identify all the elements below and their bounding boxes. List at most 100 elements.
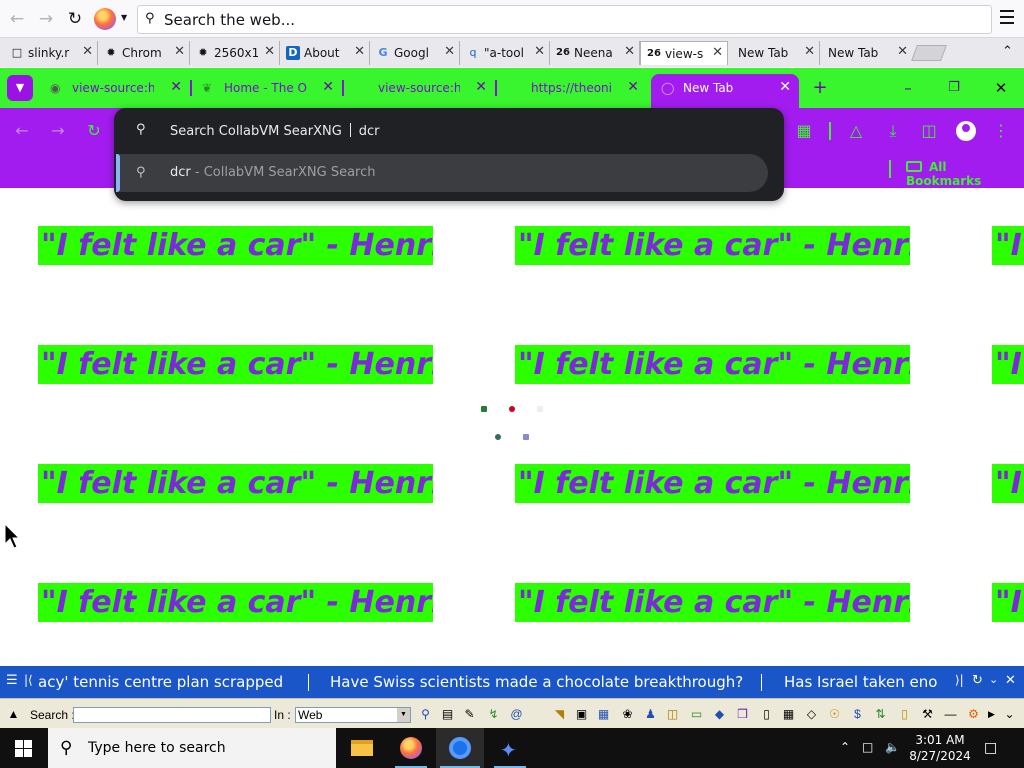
- chevron-down-icon[interactable]: ▼: [121, 13, 127, 22]
- close-icon[interactable]: ✕: [712, 45, 723, 60]
- photos-icon[interactable]: ▣: [574, 707, 589, 722]
- gear-icon[interactable]: ⚙: [966, 707, 981, 722]
- arrows-icon[interactable]: ⇅: [873, 707, 888, 722]
- ticker-headline[interactable]: acy' tennis centre plan scrapped: [38, 673, 283, 691]
- forward-arrow-icon[interactable]: →: [35, 8, 57, 30]
- shopping-icon[interactable]: ◫: [665, 707, 680, 722]
- chrome-tab[interactable]: ❦ Home - The O ✕: [192, 74, 344, 102]
- ticker-headline[interactable]: Has Israel taken eno: [784, 673, 954, 691]
- bird-app-icon[interactable]: ✦: [486, 728, 534, 768]
- close-icon[interactable]: ✕: [322, 79, 334, 95]
- firefox-search-bar[interactable]: ⚲ Search the web...: [137, 5, 992, 34]
- firefox-tab[interactable]: D About ✕: [280, 41, 370, 65]
- diamond-icon[interactable]: ◆: [712, 707, 727, 722]
- ticker-headline[interactable]: Have Swiss scientists made a chocolate b…: [330, 673, 743, 691]
- tools-icon[interactable]: ⚒: [920, 707, 935, 722]
- butterfly-icon[interactable]: ❀: [620, 707, 635, 722]
- firefox-logo-icon[interactable]: [94, 8, 116, 30]
- skip-forward-icon[interactable]: ⟩|: [955, 673, 964, 687]
- refresh-icon[interactable]: ↻: [972, 673, 983, 688]
- chrome-tab[interactable]: ◉ view-source:ht ✕: [40, 74, 192, 102]
- chrome-tab-active[interactable]: ◯ New Tab ✕: [651, 74, 799, 108]
- shortcut-tile-icon[interactable]: [537, 406, 543, 412]
- forward-arrow-icon[interactable]: →: [48, 121, 68, 141]
- highlight-icon[interactable]: ✎: [462, 707, 477, 722]
- firefox-tab-active[interactable]: 26 view-s ✕: [640, 41, 728, 65]
- chevron-up-icon[interactable]: ⌃: [1002, 44, 1013, 59]
- omnibox-suggestion[interactable]: ⚲ dcr - CollabVM SearXNG Search: [116, 154, 768, 192]
- close-icon[interactable]: ✕: [354, 44, 365, 59]
- firefox-tab[interactable]: New Tab ✕: [728, 41, 820, 65]
- omnibox-input-row[interactable]: ⚲ Search CollabVM SearXNG dcr: [114, 108, 784, 152]
- hamburger-menu-icon[interactable]: [1000, 10, 1014, 26]
- network-icon[interactable]: □: [862, 740, 873, 754]
- chrome-tab[interactable]: https://theoni ✕: [497, 74, 647, 102]
- extensions-puzzle-icon[interactable]: ▦: [794, 121, 814, 141]
- reload-icon[interactable]: ↻: [84, 121, 104, 141]
- new-tab-plus-icon[interactable]: +: [809, 77, 831, 99]
- close-window-icon[interactable]: ✕: [990, 77, 1012, 99]
- shortcut-tile-icon[interactable]: [481, 406, 487, 412]
- chevron-down-icon[interactable]: ⌄: [989, 673, 998, 686]
- dollar-icon[interactable]: $: [850, 707, 865, 722]
- search-input[interactable]: [73, 707, 271, 723]
- close-icon[interactable]: ✕: [1005, 673, 1016, 688]
- back-arrow-icon[interactable]: ←: [12, 121, 32, 141]
- minimize-icon[interactable]: –: [897, 77, 919, 99]
- firefox-tab[interactable]: ✹ 2560x1 ✕: [190, 41, 280, 65]
- calculator-icon[interactable]: ▦: [781, 707, 796, 722]
- shortcut-tile-icon[interactable]: [495, 434, 501, 440]
- chevron-down-icon[interactable]: ▼: [397, 708, 410, 722]
- chrome-tab[interactable]: view-source:ht ✕: [345, 74, 497, 102]
- notifications-icon[interactable]: □: [984, 740, 997, 756]
- close-icon[interactable]: ✕: [779, 79, 791, 95]
- shortcut-tile-icon[interactable]: [509, 406, 515, 412]
- close-icon[interactable]: ✕: [475, 79, 487, 95]
- profile-avatar-icon[interactable]: [956, 121, 976, 141]
- tab-search-dropdown-icon[interactable]: ▼: [7, 75, 33, 101]
- omnibox-query[interactable]: Search CollabVM SearXNG dcr: [170, 123, 380, 139]
- download-icon[interactable]: ⤓: [883, 121, 903, 141]
- firefox-tab[interactable]: ✹ Chrom ✕: [98, 41, 190, 65]
- search-scope-select[interactable]: Web ▼: [295, 707, 411, 723]
- firefox-taskbar-icon[interactable]: [387, 728, 435, 768]
- taskbar-search-box[interactable]: ⚲ Type here to search: [48, 728, 336, 768]
- chevron-up-icon[interactable]: ⌃: [840, 740, 850, 754]
- skip-back-icon[interactable]: |⟨: [24, 673, 33, 687]
- new-tab-button[interactable]: [911, 45, 947, 61]
- chevron-right-icon[interactable]: ▶: [984, 707, 999, 722]
- reload-icon[interactable]: ↻: [64, 8, 86, 30]
- file-explorer-icon[interactable]: [338, 728, 386, 768]
- chevron-down-icon[interactable]: ⌄: [1002, 707, 1017, 722]
- lightning-icon[interactable]: ↯: [486, 707, 501, 722]
- clock[interactable]: 3:01 AM 8/27/2024: [900, 732, 980, 764]
- all-bookmarks-button[interactable]: All Bookmarks: [906, 160, 1024, 188]
- clipboard-icon[interactable]: ▯: [759, 707, 774, 722]
- news-icon[interactable]: ▦: [596, 707, 611, 722]
- close-icon[interactable]: ✕: [897, 44, 908, 59]
- close-icon[interactable]: ✕: [627, 79, 639, 95]
- volume-muted-icon[interactable]: 🔈: [885, 740, 900, 754]
- close-icon[interactable]: ✕: [804, 44, 815, 59]
- windows-start-icon[interactable]: [15, 740, 32, 757]
- close-icon[interactable]: ✕: [444, 44, 455, 59]
- firefox-tab[interactable]: 26 Neena ✕: [550, 41, 640, 65]
- close-icon[interactable]: ✕: [174, 44, 185, 59]
- close-icon[interactable]: ✕: [534, 44, 545, 59]
- dash-icon[interactable]: —: [943, 707, 958, 722]
- more-vert-icon[interactable]: ⋮: [991, 121, 1011, 141]
- tag-icon[interactable]: ◇: [804, 707, 819, 722]
- jar-icon[interactable]: ▯: [897, 707, 912, 722]
- close-icon[interactable]: ✕: [82, 44, 93, 59]
- flask-icon[interactable]: △: [846, 121, 866, 141]
- search-icon[interactable]: ⚲: [418, 707, 433, 722]
- shortcut-tile-icon[interactable]: [523, 434, 529, 440]
- close-icon[interactable]: ✕: [624, 44, 635, 59]
- side-panel-icon[interactable]: ◫: [919, 121, 939, 141]
- lightbulb-icon[interactable]: ☉: [827, 707, 842, 722]
- people-icon[interactable]: ♟: [643, 707, 658, 722]
- tv-icon[interactable]: ▭: [689, 707, 704, 722]
- chrome-taskbar-icon[interactable]: [436, 728, 484, 768]
- back-arrow-icon[interactable]: ←: [6, 8, 28, 30]
- firefox-tab[interactable]: New Tab ✕: [820, 41, 912, 65]
